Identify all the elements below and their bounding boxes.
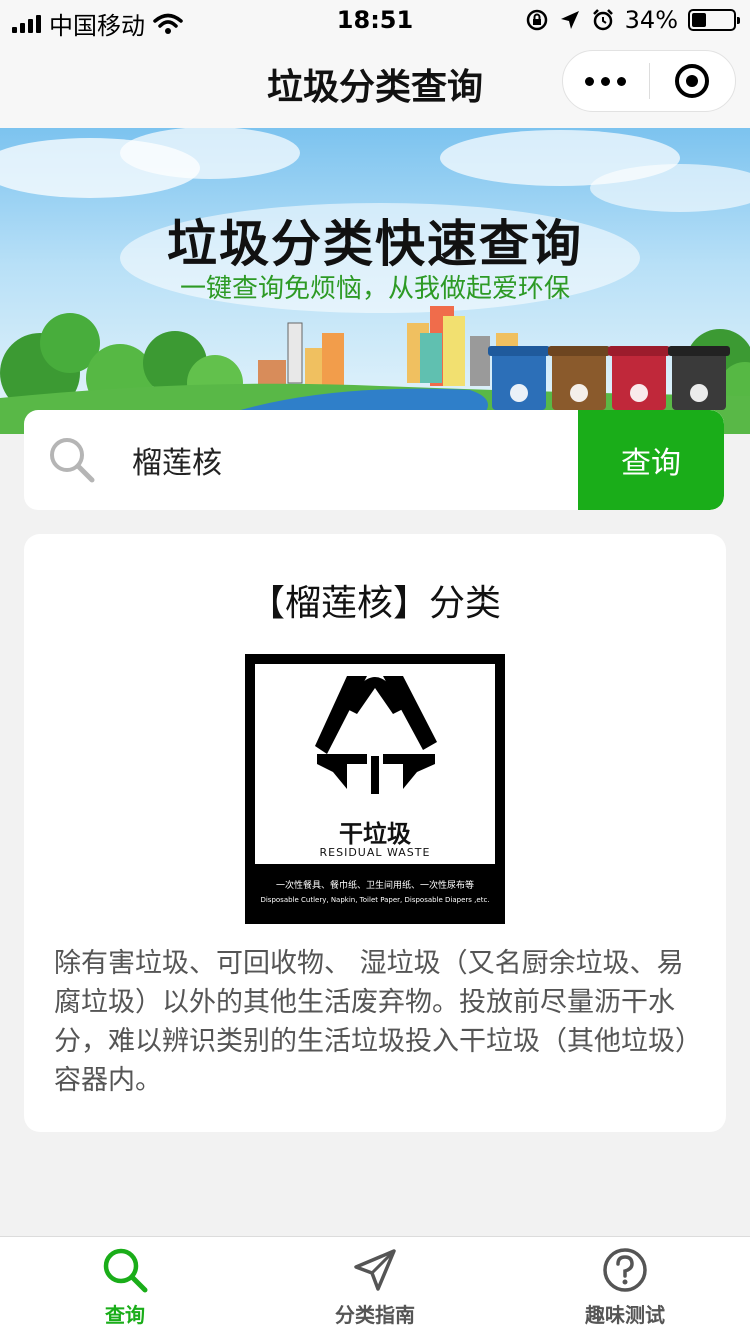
battery-fill: [692, 13, 706, 27]
location-arrow-icon: [560, 11, 579, 29]
mini-program-capsule: [562, 50, 736, 112]
status-bar: 中国移动 18:51 34%: [0, 0, 750, 40]
target-close-icon[interactable]: [650, 51, 736, 111]
search-icon: [50, 438, 95, 483]
tab-label: 趣味测试: [585, 1303, 665, 1327]
banner-subtitle: 一键查询免烦恼，从我做起爱环保: [179, 274, 570, 304]
tab-query[interactable]: 查询: [0, 1237, 250, 1334]
result-card: 【榴莲核】分类 干垃圾 RESIDUAL WASTE 一次性餐具、餐巾纸、卫生间…: [24, 534, 726, 1132]
category-name-cn: 干垃圾: [339, 820, 411, 848]
alarm-icon: [592, 9, 613, 31]
status-right: 34%: [525, 6, 740, 34]
tab-guide[interactable]: 分类指南: [250, 1237, 500, 1334]
battery-icon: [688, 9, 740, 31]
banner-title: 垃圾分类快速查询: [167, 215, 583, 273]
search-box: 查询: [24, 410, 724, 510]
result-title: 【榴莲核】分类: [248, 583, 501, 624]
tab-label: 分类指南: [335, 1303, 415, 1327]
tab-bar: 查询 分类指南 趣味测试: [0, 1236, 750, 1334]
residual-waste-symbol-icon: [315, 676, 437, 794]
question-circle-icon: [603, 1248, 647, 1292]
navigation-arrow-icon: [354, 1249, 396, 1291]
category-image: 干垃圾 RESIDUAL WASTE 一次性餐具、餐巾纸、卫生间用纸、一次性尿布…: [245, 654, 505, 924]
category-sign: 干垃圾 RESIDUAL WASTE: [255, 664, 495, 864]
search-button[interactable]: 查询: [578, 410, 724, 510]
category-examples-cn: 一次性餐具、餐巾纸、卫生间用纸、一次性尿布等: [275, 881, 474, 891]
more-dots-icon[interactable]: [563, 51, 649, 111]
category-examples-en: Disposable Cutlery, Napkin, Toilet Paper…: [260, 896, 490, 904]
tab-label: 查询: [105, 1303, 145, 1327]
category-name-en: RESIDUAL WASTE: [319, 846, 431, 859]
nav-bar: 垃圾分类查询: [0, 40, 750, 128]
search-input[interactable]: [132, 410, 582, 510]
battery-percent: 34%: [624, 6, 678, 34]
rotation-lock-icon: [526, 9, 547, 31]
tab-quiz[interactable]: 趣味测试: [500, 1237, 750, 1334]
search-icon: [103, 1248, 148, 1293]
result-description: 除有害垃圾、可回收物、 湿垃圾（又名厨余垃圾、易腐垃圾）以外的其他生活废弃物。投…: [54, 948, 689, 1096]
banner: 垃圾分类快速查询 一键查询免烦恼，从我做起爱环保: [0, 128, 750, 434]
